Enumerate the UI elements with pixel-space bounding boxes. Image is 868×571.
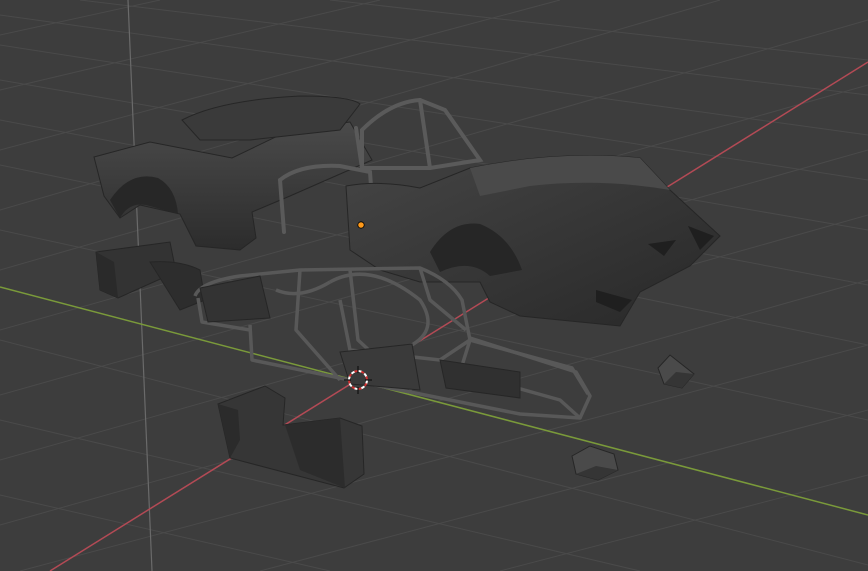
viewport-scene[interactable] xyxy=(0,0,868,571)
small-part-1[interactable] xyxy=(657,354,695,389)
3d-viewport[interactable] xyxy=(0,0,868,571)
y-axis-line xyxy=(0,286,868,516)
rear-body-panel[interactable] xyxy=(93,95,373,251)
x-axis-line xyxy=(49,61,868,571)
rear-wing-part[interactable] xyxy=(95,241,206,311)
small-part-2[interactable] xyxy=(571,445,619,481)
side-pod-part[interactable] xyxy=(217,385,365,489)
front-body-shell[interactable] xyxy=(345,155,721,327)
object-origin-icon xyxy=(357,221,365,229)
